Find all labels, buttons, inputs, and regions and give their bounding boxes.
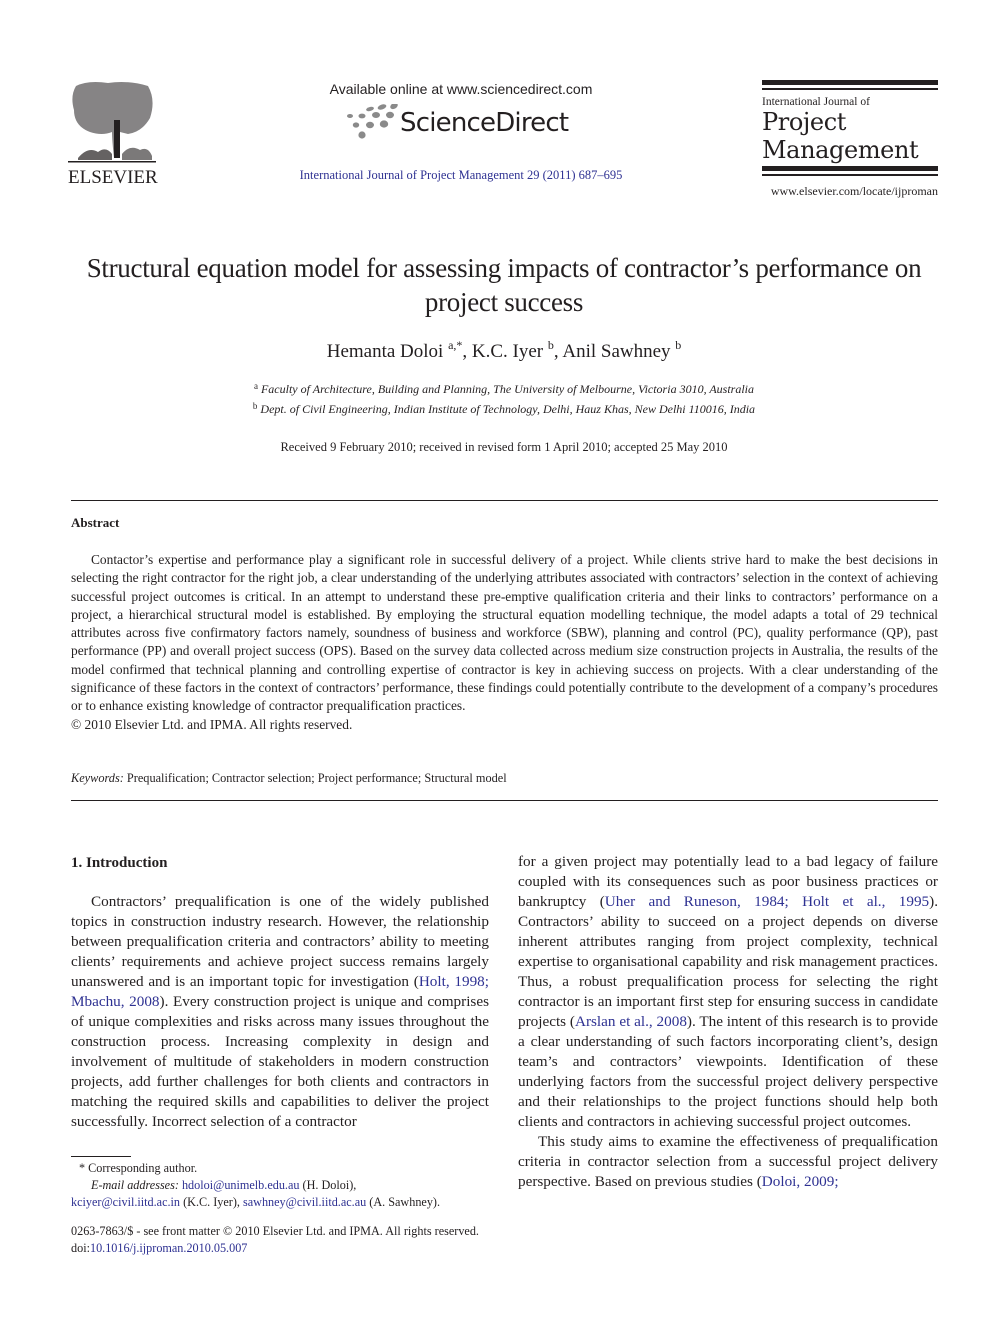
email-owner: (K.C. Iyer), bbox=[180, 1195, 243, 1209]
masthead-bottom-bar bbox=[762, 166, 938, 171]
available-online-text[interactable]: Available online at www.sciencedirect.co… bbox=[320, 81, 602, 97]
abstract-body: Contactor’s expertise and performance pl… bbox=[71, 551, 938, 734]
body-text: ). The intent of this research is to pro… bbox=[518, 1013, 938, 1130]
abstract-copyright: © 2010 Elsevier Ltd. and IPMA. All right… bbox=[71, 716, 353, 732]
right-column: for a given project may potentially lead… bbox=[518, 852, 938, 1192]
email-label: E-mail addresses: bbox=[91, 1178, 179, 1192]
elsevier-tree-icon bbox=[68, 82, 156, 163]
journal-citation-link[interactable]: International Journal of Project Managem… bbox=[240, 168, 682, 183]
masthead-top-thin-bar bbox=[762, 88, 938, 90]
email-link[interactable]: sawhney@civil.iitd.ac.au bbox=[243, 1195, 366, 1209]
masthead-big-line-2: Management bbox=[762, 136, 919, 164]
elsevier-wordmark: ELSEVIER bbox=[68, 167, 158, 188]
abstract-top-rule bbox=[71, 500, 938, 501]
author-name[interactable]: Hemanta Doloi bbox=[327, 341, 444, 362]
body-text: ). Every construction project is unique … bbox=[71, 993, 489, 1130]
author-affil-sup[interactable]: b bbox=[675, 338, 681, 352]
front-matter-text: 0263-7863/$ - see front matter © 2010 El… bbox=[71, 1224, 479, 1238]
citation-link[interactable]: Doloi, 2009; bbox=[762, 1173, 839, 1190]
footnote-rule bbox=[71, 1156, 131, 1157]
masthead-big-line-1: Project bbox=[762, 108, 847, 136]
body-text: ). Contractors’ ability to succeed on a … bbox=[518, 893, 938, 1030]
intro-paragraph-continued: for a given project may potentially lead… bbox=[518, 852, 938, 1132]
affiliation-text: Faculty of Architecture, Building and Pl… bbox=[260, 382, 755, 396]
email-link[interactable]: kciyer@civil.iitd.ac.in bbox=[71, 1195, 180, 1209]
email-owner: (A. Sawhney). bbox=[366, 1195, 441, 1209]
citation-link[interactable]: Uher and Runeson, 1984; Holt et al., 199… bbox=[605, 893, 929, 910]
section-heading-introduction: 1. Introduction bbox=[71, 855, 168, 871]
corresponding-author-note: * Corresponding author. bbox=[79, 1161, 198, 1175]
sciencedirect-logo[interactable]: ScienceDirect bbox=[344, 104, 584, 144]
front-matter: 0263-7863/$ - see front matter © 2010 El… bbox=[71, 1223, 541, 1257]
affiliation-sup: a bbox=[253, 381, 258, 391]
body-text: This study aims to examine the effective… bbox=[518, 1133, 938, 1190]
author-separator: , bbox=[462, 341, 472, 362]
doi-line: doi:10.1016/j.ijproman.2010.05.007 bbox=[71, 1240, 541, 1257]
keywords-label: Keywords: bbox=[71, 771, 124, 785]
abstract-text: Contactor’s expertise and performance pl… bbox=[71, 552, 938, 714]
journal-url[interactable]: www.elsevier.com/locate/ijproman bbox=[752, 184, 938, 199]
sciencedirect-wordmark: ScienceDirect bbox=[400, 108, 569, 138]
affiliation-text: Dept. of Civil Engineering, Indian Insti… bbox=[260, 402, 756, 416]
author-name[interactable]: Anil Sawhney bbox=[562, 341, 670, 362]
email-line: E-mail addresses: hdoloi@unimelb.edu.au … bbox=[71, 1177, 501, 1194]
masthead-bottom-thin-bar bbox=[762, 174, 938, 176]
affiliation-sup: b bbox=[252, 401, 258, 411]
affiliation-item: a Faculty of Architecture, Building and … bbox=[60, 378, 948, 398]
masthead-top-bar bbox=[762, 80, 938, 85]
footnotes: * Corresponding author. E-mail addresses… bbox=[71, 1160, 501, 1211]
abstract-bottom-rule bbox=[71, 800, 938, 801]
author-list: Hemanta Doloi a,*, K.C. Iyer b, Anil Saw… bbox=[60, 338, 948, 363]
elsevier-logo[interactable]: ELSEVIER bbox=[68, 80, 160, 187]
email-owner: (H. Doloi), bbox=[299, 1178, 357, 1192]
abstract-heading: Abstract bbox=[71, 515, 120, 530]
author-name[interactable]: K.C. Iyer bbox=[472, 341, 543, 362]
intro-paragraph: Contractors’ prequalification is one of … bbox=[71, 892, 489, 1132]
citation-link[interactable]: Arslan et al., 2008 bbox=[575, 1013, 687, 1030]
doi-label: doi: bbox=[71, 1241, 90, 1255]
masthead-small-line: International Journal of bbox=[762, 96, 870, 108]
doi-link[interactable]: 10.1016/j.ijproman.2010.05.007 bbox=[90, 1241, 247, 1255]
affiliations: a Faculty of Architecture, Building and … bbox=[60, 378, 948, 418]
sciencedirect-dots-icon bbox=[347, 104, 398, 139]
article-title: Structural equation model for assessing … bbox=[86, 253, 922, 317]
journal-masthead[interactable]: International Journal of Project Managem… bbox=[762, 80, 938, 176]
author-affil-sup[interactable]: a,* bbox=[448, 338, 462, 352]
keywords: Keywords: Prequalification; Contractor s… bbox=[71, 771, 938, 786]
affiliation-item: b Dept. of Civil Engineering, Indian Ins… bbox=[60, 398, 948, 418]
left-column: Contractors’ prequalification is one of … bbox=[71, 892, 489, 1132]
email-line: kciyer@civil.iitd.ac.in (K.C. Iyer), saw… bbox=[71, 1194, 501, 1211]
intro-paragraph: This study aims to examine the effective… bbox=[518, 1132, 938, 1192]
article-dates: Received 9 February 2010; received in re… bbox=[280, 440, 728, 454]
email-link[interactable]: hdoloi@unimelb.edu.au bbox=[182, 1178, 300, 1192]
keywords-list: Prequalification; Contractor selection; … bbox=[126, 771, 507, 785]
